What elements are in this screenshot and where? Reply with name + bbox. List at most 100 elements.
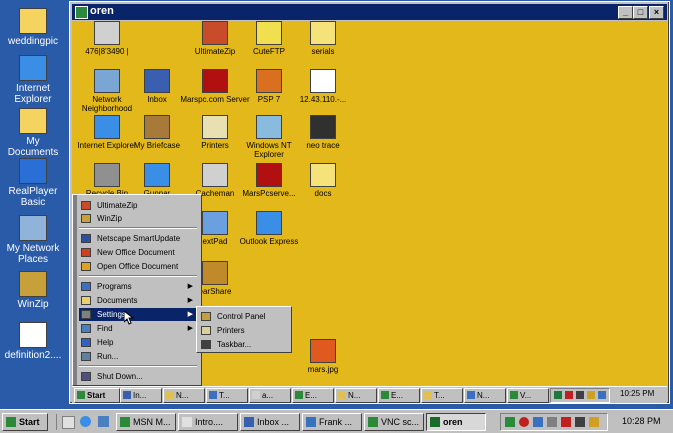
maximize-button[interactable]: □ <box>633 6 648 19</box>
tray-antivirus-icon[interactable] <box>561 417 571 427</box>
task-app-icon <box>120 417 130 427</box>
start-menu-item-find[interactable]: Find ▶ <box>79 322 199 335</box>
remote-task-button-3[interactable]: a... <box>249 388 291 403</box>
remote-task-button-9[interactable]: V... <box>507 388 549 403</box>
start-menu-item-documents[interactable]: Documents ▶ <box>79 294 199 307</box>
taskbar-button-2[interactable]: Inbox ... <box>240 413 300 431</box>
taskbar-button-3[interactable]: Frank ... <box>302 413 362 431</box>
window-title: oren <box>90 5 114 17</box>
start-menu-item-label: Documents <box>97 296 138 305</box>
desktop-icon-0[interactable]: weddingpic <box>0 8 66 47</box>
start-menu-item-help[interactable]: Help <box>79 336 199 349</box>
bearshare-icon <box>202 261 228 285</box>
windows-logo-icon <box>77 391 85 399</box>
taskbar-button-1[interactable]: Intro.... <box>178 413 238 431</box>
task-app-icon <box>424 391 432 399</box>
remote-desktop-icon-3[interactable]: serials <box>288 21 358 56</box>
tray-user-icon[interactable] <box>533 417 543 427</box>
start-menu-item-label: Programs <box>97 282 132 291</box>
remote-task-button-0[interactable]: In... <box>120 388 162 403</box>
tray-msn-icon[interactable] <box>519 417 529 427</box>
tray-app-icon[interactable] <box>554 391 562 399</box>
start-menu-item-shut-down[interactable]: Shut Down... <box>79 370 199 383</box>
mars-server-icon <box>202 69 228 93</box>
textpad-icon <box>202 211 228 235</box>
system-tray <box>500 413 608 431</box>
start-button[interactable]: Start <box>2 413 48 431</box>
folder-icon <box>310 21 336 45</box>
quicklaunch-desktop-icon[interactable] <box>62 416 75 429</box>
taskbar-button-4[interactable]: VNC sc... <box>364 413 424 431</box>
printers-icon <box>201 326 211 335</box>
remote-task-button-1[interactable]: N... <box>163 388 205 403</box>
remote-icon-label: serials <box>311 47 335 56</box>
desktop-icon-2[interactable]: My Documents <box>0 108 66 158</box>
remote-desktop-icon-0[interactable]: 476|8'3490 | <box>72 21 142 56</box>
remote-desktop-icon-20[interactable]: Outlook Express <box>234 211 304 246</box>
tray-monitor-icon[interactable] <box>598 391 606 399</box>
remote-task-button-2[interactable]: T... <box>206 388 248 403</box>
tray-speaker-icon[interactable] <box>587 391 595 399</box>
windows-logo-icon <box>6 417 16 427</box>
quicklaunch-outlook-icon[interactable] <box>98 416 109 427</box>
network-places-icon <box>19 215 47 241</box>
taskbar-button-0[interactable]: MSN M... <box>116 413 176 431</box>
desktop-icon-3[interactable]: RealPlayer Basic <box>0 158 66 208</box>
inbox-icon <box>144 69 170 93</box>
start-menu-item-settings[interactable]: Settings ▶ <box>79 308 199 321</box>
start-menu-item-netscape-smartupdate[interactable]: Netscape SmartUpdate <box>79 232 199 245</box>
start-menu-item-label: Find <box>97 324 113 333</box>
remote-desktop-icon-13[interactable]: neo trace <box>288 115 358 150</box>
submenu-item-taskbar[interactable]: Taskbar... <box>199 338 289 351</box>
remote-task-button-5[interactable]: N... <box>335 388 377 403</box>
tray-volume-icon[interactable] <box>589 417 599 427</box>
remote-desktop-icon-22[interactable]: mars.jpg <box>288 339 358 374</box>
desktop-icon-5[interactable]: WinZip <box>0 271 66 310</box>
remote-task-button-4[interactable]: E... <box>292 388 334 403</box>
start-menu-item-open-office-document[interactable]: Open Office Document <box>79 260 199 273</box>
start-menu-item-run[interactable]: Run... <box>79 350 199 363</box>
desktop-icon-1[interactable]: Internet Explorer <box>0 55 66 105</box>
folder-icon <box>310 163 336 187</box>
remote-task-button-8[interactable]: N... <box>464 388 506 403</box>
quicklaunch-ie-icon[interactable] <box>80 416 91 427</box>
cuteftp-icon <box>256 21 282 45</box>
my-documents-icon <box>19 108 47 134</box>
submenu-arrow-icon: ▶ <box>187 297 193 304</box>
submenu-item-printers[interactable]: Printers <box>199 324 289 337</box>
taskbar-button-5[interactable]: oren <box>426 413 486 431</box>
remote-desktop-icon-8[interactable]: 12.43.110.-... <box>288 69 358 104</box>
desktop-icon-4[interactable]: My Network Places <box>0 215 66 265</box>
close-button[interactable]: × <box>649 6 664 19</box>
start-menu-separator <box>79 275 197 277</box>
start-menu-item-ultimatezip[interactable]: UltimateZip <box>79 199 199 212</box>
start-menu-item-programs[interactable]: Programs ▶ <box>79 280 199 293</box>
remote-start-button[interactable]: Start <box>74 388 120 403</box>
tray-mail-icon[interactable] <box>565 391 573 399</box>
minimize-button[interactable]: _ <box>618 6 633 19</box>
submenu-arrow-icon: ▶ <box>187 283 193 290</box>
tray-vnc-icon[interactable] <box>505 417 515 427</box>
task-button-label: N... <box>176 391 189 400</box>
remote-task-button-6[interactable]: E... <box>378 388 420 403</box>
mouse-pointer-icon <box>124 311 134 325</box>
remote-task-button-7[interactable]: T... <box>421 388 463 403</box>
taskbar: Start 10:28 PM MSN M... Intro.... Inbox ..… <box>0 409 673 433</box>
start-menu-item-label: Settings <box>97 310 126 319</box>
start-menu-item-winzip[interactable]: WinZip <box>79 212 199 225</box>
desktop-icon-6[interactable]: definition2.... <box>0 322 66 361</box>
remote-icon-label: 476|8'3490 | <box>85 47 129 56</box>
start-menu-item-label: UltimateZip <box>97 201 138 210</box>
window-titlebar[interactable]: oren _ □ × <box>72 4 667 20</box>
tray-printer-icon[interactable] <box>547 417 557 427</box>
taskbar-button-label: VNC sc... <box>381 417 420 427</box>
tray-network-icon[interactable] <box>575 417 585 427</box>
submenu-item-control-panel[interactable]: Control Panel <box>199 310 289 323</box>
tray-network-icon[interactable] <box>576 391 584 399</box>
remote-desktop-icon-18[interactable]: docs <box>288 163 358 198</box>
start-menu-item-new-office-document[interactable]: New Office Document <box>79 246 199 259</box>
task-app-icon <box>295 391 303 399</box>
submenu-arrow-icon: ▶ <box>187 311 193 318</box>
task-app-icon <box>430 417 440 427</box>
start-menu-item-label: New Office Document <box>97 248 175 257</box>
